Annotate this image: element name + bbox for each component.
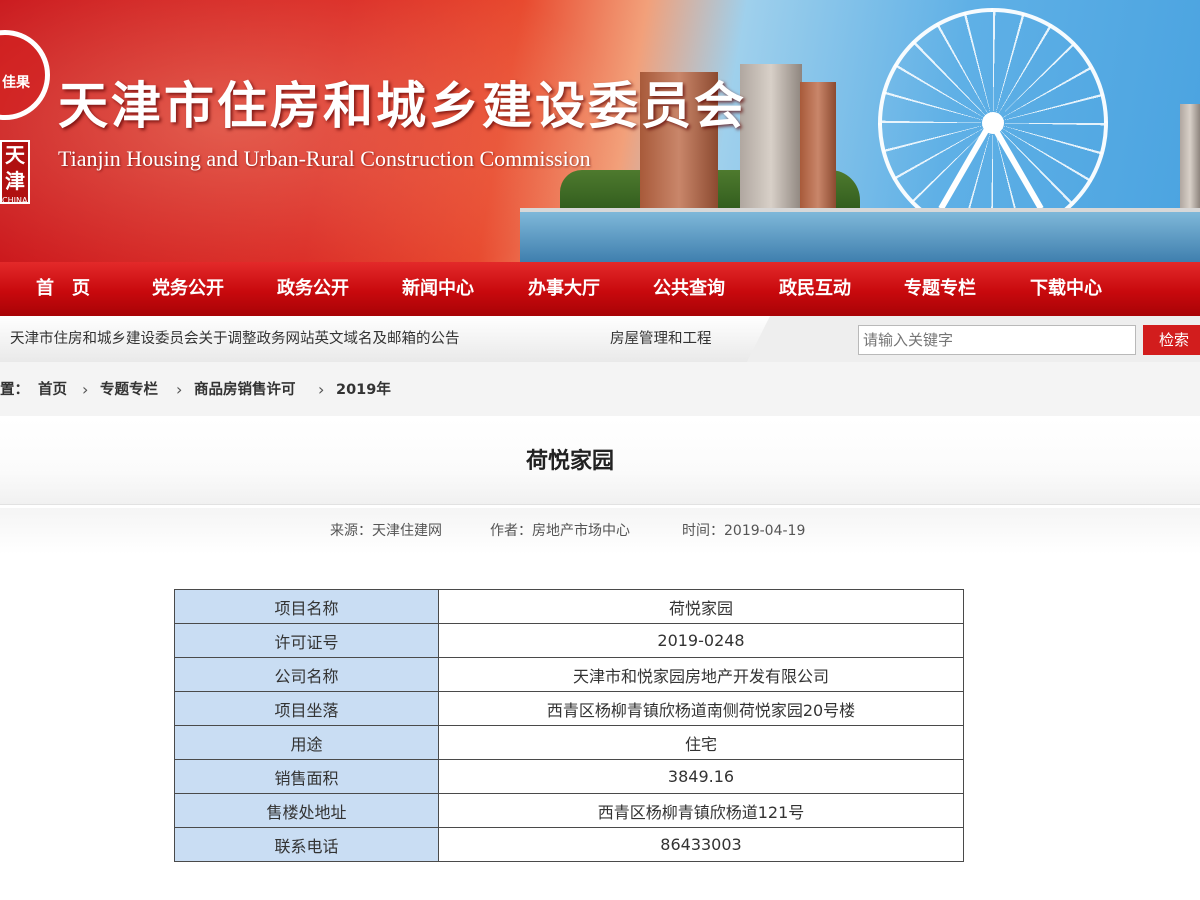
banner-building [1180, 104, 1200, 212]
table-cell-label: 公司名称 [174, 657, 439, 692]
nav-item-services[interactable]: 办事大厅 [528, 262, 600, 316]
table-cell-label: 项目名称 [174, 589, 439, 624]
article-source: 来源：天津住建网 [330, 523, 442, 539]
table-cell-label: 售楼处地址 [174, 793, 439, 828]
article-meta: 来源：天津住建网 作者：房地产市场中心 时间：2019-04-19 [0, 508, 1200, 554]
nav-item-interaction[interactable]: 政民互动 [779, 262, 851, 316]
article-header: 荷悦家园 [0, 418, 1200, 505]
seal-stamp-icon: 天津 [0, 140, 30, 204]
ferris-wheel-hub [982, 112, 1004, 134]
site-subtitle: Tianjin Housing and Urban-Rural Construc… [58, 146, 591, 171]
nav-item-home[interactable]: 首 页 [36, 262, 90, 316]
table-cell-value: 3849.16 [438, 759, 964, 794]
site-title: 天津市住房和城乡建设委员会 [58, 76, 747, 135]
table-cell-value: 住宅 [438, 725, 964, 760]
article-title: 荷悦家园 [525, 449, 614, 474]
breadcrumb-year[interactable]: 2019年 [336, 362, 391, 418]
breadcrumb-sales-permit[interactable]: 商品房销售许可 [194, 362, 296, 418]
nav-item-government[interactable]: 政务公开 [277, 262, 349, 316]
table-row: 许可证号 2019-0248 [174, 623, 964, 658]
table-cell-value: 西青区杨柳青镇欣杨道南侧荷悦家园20号楼 [438, 691, 964, 726]
breadcrumb-prefix: 置： [0, 382, 29, 398]
table-cell-value: 2019-0248 [438, 623, 964, 658]
table-cell-label: 销售面积 [174, 759, 439, 794]
breadcrumb: 置： 首页 › 专题专栏 › 商品房销售许可 › 2019年 [0, 362, 1200, 416]
chevron-right-icon: › [318, 380, 325, 399]
table-row: 销售面积 3849.16 [174, 759, 964, 794]
table-cell-value: 西青区杨柳青镇欣杨道121号 [438, 793, 964, 828]
breadcrumb-home[interactable]: 首页 [38, 362, 67, 418]
banner-building [740, 64, 802, 212]
banner-river [520, 212, 1200, 262]
nav-item-topics[interactable]: 专题专栏 [904, 262, 976, 316]
permit-info-table: 项目名称 荷悦家园 许可证号 2019-0248 公司名称 天津市和悦家园房地产… [174, 589, 964, 862]
breadcrumb-topics[interactable]: 专题专栏 [100, 362, 158, 418]
table-cell-label: 联系电话 [174, 827, 439, 862]
seal-stamp-subtext: CHINA [2, 196, 28, 205]
table-row: 联系电话 86433003 [174, 827, 964, 862]
table-row: 售楼处地址 西青区杨柳青镇欣杨道121号 [174, 793, 964, 828]
nav-item-downloads[interactable]: 下载中心 [1030, 262, 1102, 316]
chevron-right-icon: › [176, 380, 183, 399]
main-nav: 首 页 党务公开 政务公开 新闻中心 办事大厅 公共查询 政民互动 专题专栏 下… [0, 262, 1200, 316]
banner-building [800, 82, 836, 212]
header-banner: 佳果 天津 CHINA 天津市住房和城乡建设委员会 Tianjin Housin… [0, 0, 1200, 262]
nav-item-party[interactable]: 党务公开 [152, 262, 224, 316]
table-row: 公司名称 天津市和悦家园房地产开发有限公司 [174, 657, 964, 692]
nav-item-news[interactable]: 新闻中心 [402, 262, 474, 316]
table-cell-label: 许可证号 [174, 623, 439, 658]
notice-category-link[interactable]: 房屋管理和工程 [610, 316, 712, 362]
chevron-right-icon: › [82, 380, 89, 399]
table-cell-value: 86433003 [438, 827, 964, 862]
logo-text: 佳果 [2, 75, 30, 91]
table-row: 用途 住宅 [174, 725, 964, 760]
table-cell-label: 项目坐落 [174, 691, 439, 726]
table-row: 项目名称 荷悦家园 [174, 589, 964, 624]
notice-bar: 天津市住房和城乡建设委员会关于调整政务网站英文域名及邮箱的公告 房屋管理和工程 … [0, 316, 1200, 363]
table-cell-value: 荷悦家园 [438, 589, 964, 624]
notice-link[interactable]: 天津市住房和城乡建设委员会关于调整政务网站英文域名及邮箱的公告 [10, 316, 460, 362]
table-row: 项目坐落 西青区杨柳青镇欣杨道南侧荷悦家园20号楼 [174, 691, 964, 726]
search-input[interactable] [858, 325, 1136, 355]
article-date: 时间：2019-04-19 [682, 523, 806, 539]
search-button[interactable]: 检索 [1143, 325, 1200, 355]
table-cell-label: 用途 [174, 725, 439, 760]
article-author: 作者：房地产市场中心 [490, 523, 630, 539]
nav-item-query[interactable]: 公共查询 [653, 262, 725, 316]
table-cell-value: 天津市和悦家园房地产开发有限公司 [438, 657, 964, 692]
